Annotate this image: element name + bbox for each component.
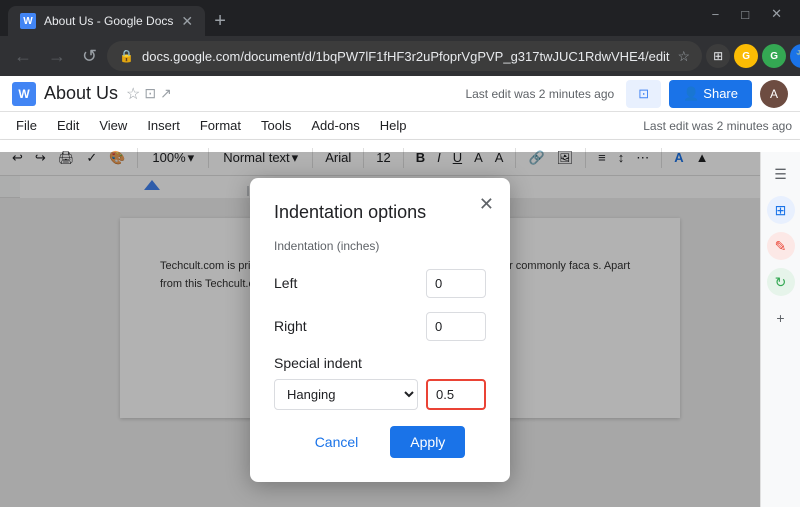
special-indent-row: None First line Hanging — [274, 379, 486, 410]
special-indent-select[interactable]: None First line Hanging — [274, 379, 418, 410]
last-edit-text: Last edit was 2 minutes ago — [465, 87, 614, 101]
extension-icon-2[interactable]: G — [734, 44, 758, 68]
tab-title: About Us - Google Docs — [44, 14, 173, 28]
bookmark-icon[interactable]: ☆ — [678, 48, 691, 65]
lock-icon: 🔒 — [119, 49, 134, 63]
browser-tab[interactable]: W About Us - Google Docs ✕ — [8, 6, 205, 36]
left-label: Left — [274, 275, 297, 291]
share-button[interactable]: 👤 Share — [669, 80, 752, 108]
nav-right-icons: ⊞ G G 🔧 ⋮ — [706, 44, 800, 68]
menu-view[interactable]: View — [91, 116, 135, 135]
forward-button[interactable]: → — [42, 41, 72, 71]
extension-icon-4[interactable]: 🔧 — [790, 44, 800, 68]
share-icon: 👤 — [683, 86, 699, 102]
menu-format[interactable]: Format — [192, 116, 249, 135]
address-text: docs.google.com/document/d/1bqPW7lF1fHF3… — [142, 49, 670, 64]
tab-favicon: W — [20, 13, 36, 29]
extension-icon-3[interactable]: G — [762, 44, 786, 68]
user-avatar[interactable]: A — [760, 80, 788, 108]
modal-close-button[interactable]: ✕ — [479, 194, 494, 215]
last-edit-menu: Last edit was 2 minutes ago — [643, 119, 792, 133]
menu-bar: File Edit View Insert Format Tools Add-o… — [0, 112, 800, 140]
sidebar-add-icon[interactable]: ⊞ — [767, 196, 795, 224]
left-indent-row: Left — [274, 269, 486, 298]
nav-bar: ← → ↺ 🔒 docs.google.com/document/d/1bqPW… — [0, 36, 800, 76]
right-label: Right — [274, 318, 307, 334]
sidebar-refresh-icon[interactable]: ↻ — [767, 268, 795, 296]
modal-title: Indentation options — [274, 202, 486, 223]
sidebar-edit-icon[interactable]: ✎ — [767, 232, 795, 260]
doc-title: About Us — [44, 83, 118, 104]
menu-file[interactable]: File — [8, 116, 45, 135]
menu-edit[interactable]: Edit — [49, 116, 87, 135]
close-button[interactable]: ✕ — [761, 4, 792, 24]
right-indent-row: Right — [274, 312, 486, 341]
special-indent-section: Special indent None First line Hanging — [274, 355, 486, 410]
modal-actions: Cancel Apply — [274, 426, 486, 458]
share-area: ⊡ 👤 Share A — [626, 80, 788, 108]
star-icon[interactable]: ☆ — [126, 84, 140, 104]
modal-subtitle: Indentation (inches) — [274, 239, 486, 253]
menu-insert[interactable]: Insert — [139, 116, 188, 135]
doc-icon-1[interactable]: ⊡ — [144, 85, 156, 102]
address-bar[interactable]: 🔒 docs.google.com/document/d/1bqPW7lF1fH… — [107, 41, 702, 71]
docs-title-bar: W About Us ☆ ⊡ ↗ Last edit was 2 minutes… — [0, 76, 800, 112]
cancel-button[interactable]: Cancel — [295, 426, 379, 458]
sidebar-plus-icon[interactable]: + — [767, 304, 795, 332]
docs-area: W About Us ☆ ⊡ ↗ Last edit was 2 minutes… — [0, 76, 800, 507]
left-input[interactable] — [426, 269, 486, 298]
apply-button[interactable]: Apply — [390, 426, 465, 458]
menu-tools[interactable]: Tools — [253, 116, 299, 135]
extension-icon-1[interactable]: ⊞ — [706, 44, 730, 68]
refresh-button[interactable]: ↺ — [76, 41, 103, 71]
doc-icon-2[interactable]: ↗ — [160, 85, 172, 102]
right-input[interactable] — [426, 312, 486, 341]
maximize-button[interactable]: □ — [731, 5, 759, 24]
doc-favicon: W — [12, 82, 36, 106]
special-indent-label: Special indent — [274, 355, 486, 371]
right-sidebar: ☰ ⊞ ✎ ↻ + — [760, 152, 800, 507]
indentation-modal: Indentation options ✕ Indentation (inche… — [250, 178, 510, 482]
menu-addons[interactable]: Add-ons — [303, 116, 367, 135]
back-button[interactable]: ← — [8, 41, 38, 71]
sidebar-hamburger-icon[interactable]: ☰ — [767, 160, 795, 188]
new-tab-button[interactable]: + — [205, 6, 235, 36]
menu-help[interactable]: Help — [372, 116, 415, 135]
minimize-button[interactable]: − — [702, 5, 730, 24]
tab-close-button[interactable]: ✕ — [181, 13, 193, 30]
modal-overlay: Indentation options ✕ Indentation (inche… — [0, 152, 760, 507]
special-indent-input[interactable] — [426, 379, 486, 410]
move-to-button[interactable]: ⊡ — [626, 80, 661, 108]
